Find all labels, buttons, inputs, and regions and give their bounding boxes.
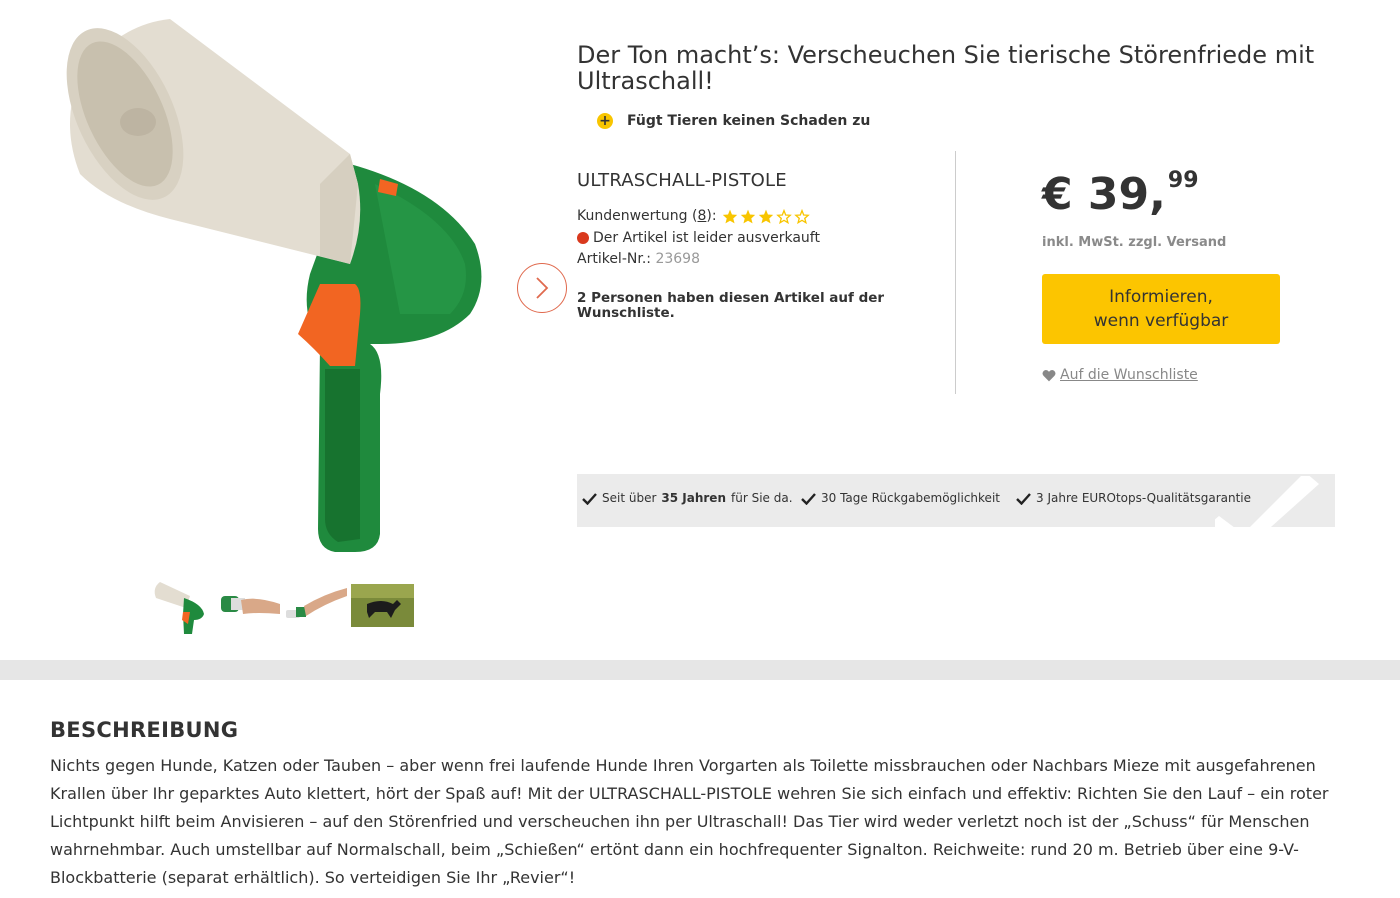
- product-headline: Der Ton macht’s: Verscheuchen Sie tieris…: [577, 41, 1315, 95]
- check-icon: [582, 492, 597, 505]
- thumbnail-2[interactable]: [217, 574, 280, 637]
- price: € 39, 99: [1042, 168, 1199, 222]
- rating-count-link[interactable]: 8: [697, 208, 706, 224]
- section-separator: [0, 660, 1400, 680]
- thumbnail-4[interactable]: [351, 574, 414, 637]
- usp-item: + Fügt Tieren keinen Schaden zu: [597, 113, 870, 129]
- article-number-label: Artikel-Nr.:: [577, 251, 651, 267]
- pistol-in-hand-image: [221, 596, 280, 614]
- wishlist-link-text: Auf die Wunschliste: [1060, 367, 1198, 383]
- trust-item-guarantee: 3 Jahre EUROtops-Qualitätsgarantie: [1016, 491, 1251, 505]
- article-number: Artikel-Nr.: 23698: [577, 251, 700, 267]
- trust-years-pre: Seit über: [602, 491, 657, 505]
- heart-icon: [1042, 369, 1056, 381]
- customer-rating: Kundenwertung ( 8 ):: [577, 208, 810, 224]
- product-name: ULTRASCHALL-PISTOLE: [577, 170, 787, 191]
- description-text: Nichts gegen Hunde, Katzen oder Tauben –…: [50, 756, 1329, 887]
- gallery-next-button[interactable]: [517, 263, 567, 313]
- dog-on-grass-image: [351, 584, 414, 627]
- product-main-image[interactable]: [20, 14, 550, 559]
- rating-suffix: ):: [706, 208, 717, 224]
- ultrasonic-pistol-image: [66, 19, 482, 552]
- out-of-stock-indicator: [577, 232, 589, 244]
- trust-bar: Seit über 35 Jahren für Sie da. 30 Tage …: [577, 474, 1335, 527]
- price-main: € 39,: [1042, 169, 1166, 220]
- tax-note: inkl. MwSt. zzgl. Versand: [1042, 235, 1227, 250]
- notify-when-available-button[interactable]: Informieren, wenn verfügbar: [1042, 274, 1280, 344]
- star-filled-icon: [722, 209, 737, 223]
- star-empty-icon: [775, 208, 792, 224]
- plus-icon: +: [597, 113, 613, 129]
- check-icon: [801, 492, 816, 505]
- rating-label: Kundenwertung (: [577, 208, 698, 224]
- vertical-divider: [955, 151, 956, 394]
- usp-text: Fügt Tieren keinen Schaden zu: [627, 113, 871, 129]
- star-empty-icon: [793, 208, 810, 224]
- notify-button-line1: Informieren,: [1109, 287, 1213, 307]
- description-title: BESCHREIBUNG: [50, 718, 239, 742]
- star-filled-icon: [758, 209, 773, 223]
- check-icon: [1016, 492, 1031, 505]
- trust-years-post: für Sie da.: [731, 491, 793, 505]
- rating-stars[interactable]: [722, 208, 810, 224]
- trust-return-text: 30 Tage Rückgabemöglichkeit: [821, 491, 1000, 505]
- trust-item-years: Seit über 35 Jahren für Sie da.: [582, 491, 793, 505]
- pistol-aimed-image: [286, 588, 347, 618]
- gallery-thumbnails: [150, 574, 414, 637]
- chevron-right-icon: [536, 277, 549, 299]
- thumbnail-1[interactable]: [150, 574, 213, 637]
- add-to-wishlist-link[interactable]: Auf die Wunschliste: [1042, 367, 1198, 383]
- pistol-thumbnail-image: [154, 582, 204, 634]
- star-filled-icon: [740, 209, 755, 223]
- trust-item-return: 30 Tage Rückgabemöglichkeit: [801, 491, 1000, 505]
- stock-status-text: Der Artikel ist leider ausverkauft: [593, 230, 820, 246]
- wishlist-count-text: 2 Personen haben diesen Artikel auf der …: [577, 290, 885, 321]
- trust-years-bold: 35 Jahren: [661, 491, 726, 505]
- stock-status: Der Artikel ist leider ausverkauft: [577, 230, 820, 246]
- thumbnail-3[interactable]: [284, 574, 347, 637]
- article-number-value: 23698: [655, 251, 700, 267]
- notify-button-line2: wenn verfügbar: [1093, 311, 1229, 331]
- price-cents: 99: [1167, 168, 1199, 193]
- trust-guarantee-text: 3 Jahre EUROtops-Qualitätsgarantie: [1036, 491, 1252, 505]
